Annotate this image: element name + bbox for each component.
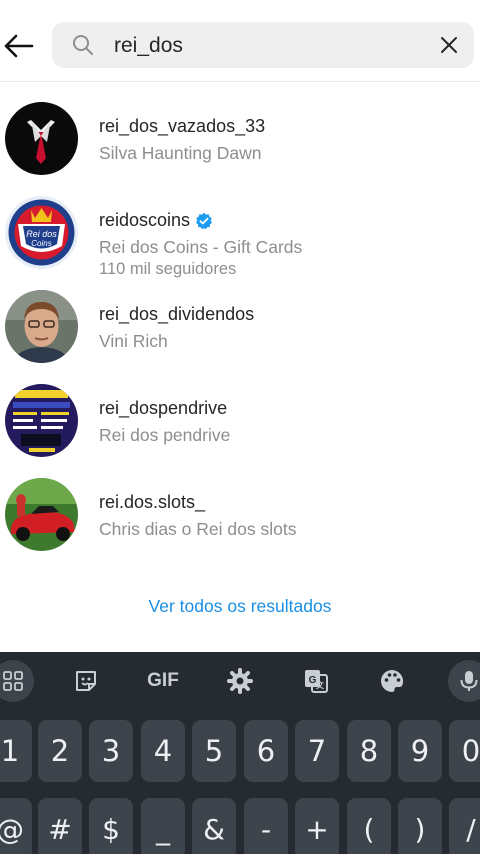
key-5[interactable]: 5 [192,720,236,782]
keyboard-toolbar: GIF G 文 [0,652,480,710]
key-dollar[interactable]: $ [89,798,133,854]
key-hash[interactable]: # [38,798,82,854]
result-username: reidoscoins [99,210,213,231]
result-username: rei_dos_dividendos [99,304,255,324]
gif-button[interactable]: GIF [140,660,186,702]
key-4[interactable]: 4 [141,720,185,782]
mic-icon[interactable] [448,660,480,702]
key-minus[interactable]: - [244,798,288,854]
result-fullname: Chris dias o Rei dos slots [99,519,297,539]
svg-text:Rei dos: Rei dos [26,229,57,239]
key-9[interactable]: 9 [398,720,442,782]
sticker-icon[interactable] [66,660,106,702]
avatar: Rei dos Coins [5,196,78,269]
palette-icon[interactable] [372,660,412,702]
key-6[interactable]: 6 [244,720,288,782]
result-username: rei_dos_vazados_33 [99,116,266,136]
search-header: rei_dos [0,0,480,82]
key-3[interactable]: 3 [89,720,133,782]
search-input[interactable]: rei_dos [52,22,474,68]
see-all-results-link[interactable]: Ver todos os resultados [0,596,480,617]
key-1[interactable]: 1 [0,720,32,782]
result-username: rei.dos.slots_ [99,492,206,512]
result-fullname: Vini Rich [99,331,168,351]
result-row[interactable]: rei.dos.slots_ Chris dias o Rei dos slot… [0,468,480,562]
result-row[interactable]: rei_dospendrive Rei dos pendrive [0,374,480,468]
translate-icon[interactable]: G 文 [296,660,336,702]
result-fullname: Rei dos pendrive [99,425,231,445]
result-row[interactable]: rei_dos_dividendos Vini Rich [0,280,480,374]
back-arrow-icon [4,34,34,58]
key-7[interactable]: 7 [295,720,339,782]
search-results-list: rei_dos_vazados_33 Silva Haunting Dawn R… [0,92,480,562]
avatar [5,478,78,551]
back-button[interactable] [0,28,36,64]
key-plus[interactable]: + [295,798,339,854]
result-username: rei_dospendrive [99,398,228,418]
key-ampersand[interactable]: & [192,798,236,854]
on-screen-keyboard: GIF G 文 1 2 3 4 5 6 7 8 9 0 # $ _ & - + … [0,652,480,854]
key-0[interactable]: 0 [449,720,480,782]
grid-icon[interactable] [0,660,34,702]
gear-icon[interactable] [220,660,260,702]
key-open-paren[interactable]: ( [347,798,391,854]
clear-search-icon[interactable] [438,34,460,56]
key-at[interactable]: @ [0,798,32,854]
key-8[interactable]: 8 [347,720,391,782]
key-2[interactable]: 2 [38,720,82,782]
key-slash[interactable]: / [449,798,480,854]
result-row[interactable]: rei_dos_vazados_33 Silva Haunting Dawn [0,92,480,186]
avatar [5,384,78,457]
svg-text:文: 文 [316,680,325,690]
result-followers: 110 mil seguidores [99,260,237,278]
key-underscore[interactable]: _ [141,798,185,854]
search-query: rei_dos [114,34,183,57]
key-close-paren[interactable]: ) [398,798,442,854]
avatar [5,102,78,175]
svg-text:Coins: Coins [31,239,51,248]
verified-badge-icon [196,212,213,229]
avatar [5,290,78,363]
result-fullname: Rei dos Coins - Gift Cards [99,237,303,257]
result-row[interactable]: Rei dos Coins reidoscoins Rei dos Coins … [0,186,480,280]
result-fullname: Silva Haunting Dawn [99,143,262,163]
search-icon [73,35,93,55]
